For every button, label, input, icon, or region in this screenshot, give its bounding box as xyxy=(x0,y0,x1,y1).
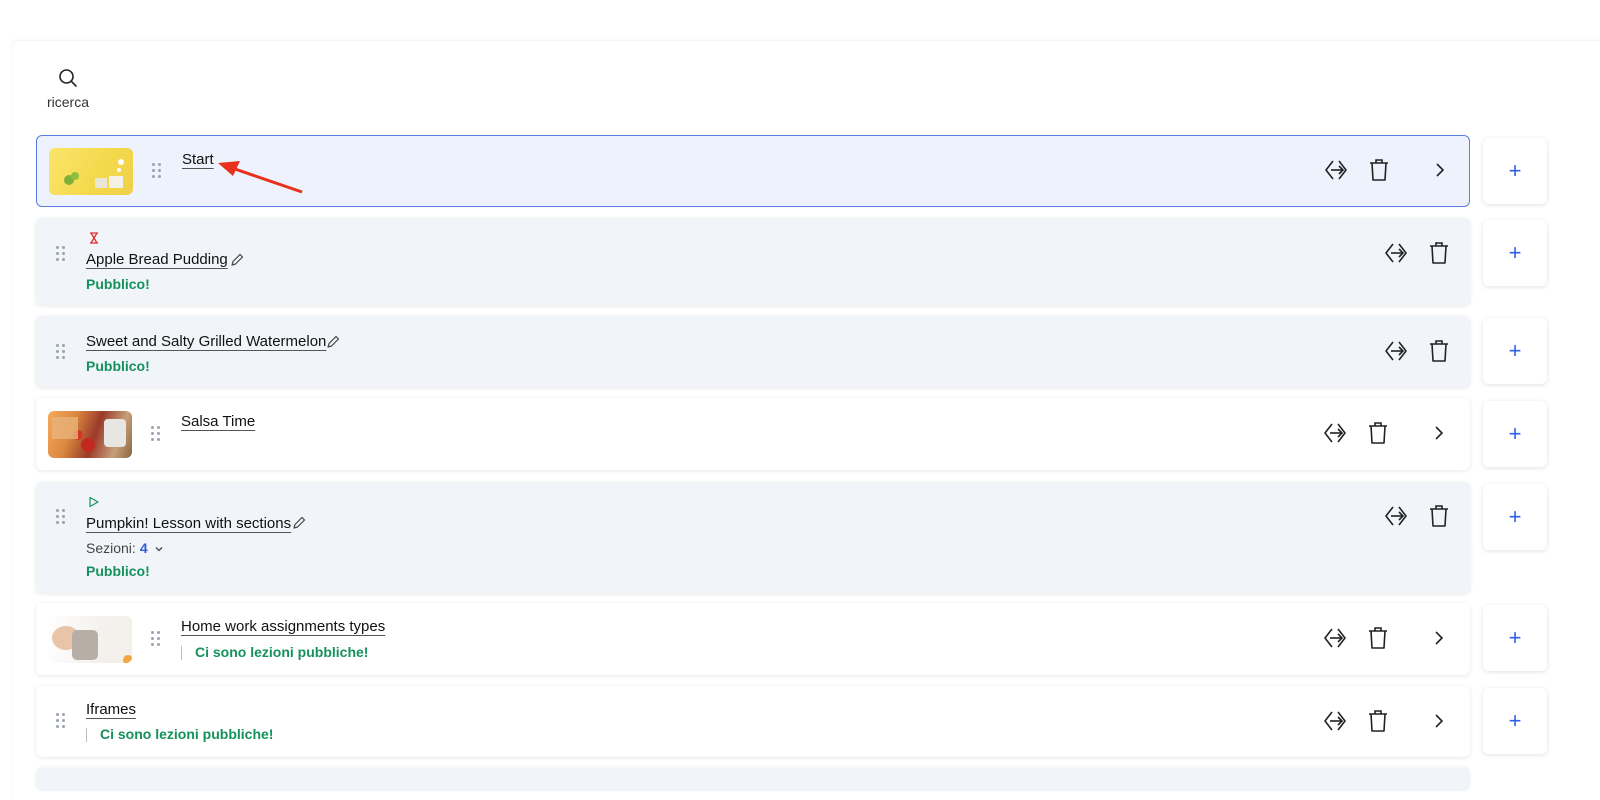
item-title[interactable]: Sweet and Salty Grilled Watermelon xyxy=(86,333,326,350)
thumbnail-image xyxy=(48,411,132,458)
list-item[interactable]: Salsa Time xyxy=(36,398,1470,470)
plus-icon: + xyxy=(1508,421,1522,446)
add-item-button[interactable]: + xyxy=(1483,401,1547,467)
add-item-button[interactable]: + xyxy=(1483,220,1547,286)
plus-icon: + xyxy=(1508,158,1522,183)
item-title[interactable]: Pumpkin! Lesson with sections xyxy=(86,515,291,532)
sections-toggle[interactable]: Sezioni: 4 xyxy=(86,540,164,556)
plus-icon: + xyxy=(1508,504,1522,529)
add-item-button[interactable]: + xyxy=(1483,688,1547,754)
add-item-button[interactable]: + xyxy=(1483,484,1547,550)
status-label: Ci sono lezioni pubbliche! xyxy=(86,726,273,742)
list-item[interactable]: Sweet and Salty Grilled Watermelon Pubbl… xyxy=(36,316,1470,387)
move-icon[interactable] xyxy=(1323,157,1349,183)
status-label: Pubblico! xyxy=(86,276,150,292)
move-icon[interactable] xyxy=(1322,708,1348,734)
plus-icon: + xyxy=(1508,708,1522,733)
trash-icon[interactable] xyxy=(1426,240,1452,266)
move-icon[interactable] xyxy=(1383,338,1409,364)
pencil-icon[interactable] xyxy=(325,334,341,350)
trash-icon[interactable] xyxy=(1365,708,1391,734)
hourglass-icon xyxy=(90,232,98,244)
drag-handle-icon[interactable] xyxy=(56,713,66,729)
trash-icon[interactable] xyxy=(1426,503,1452,529)
item-title[interactable]: Apple Bread Pudding xyxy=(86,251,228,268)
sections-label: Sezioni: xyxy=(86,540,136,556)
play-icon xyxy=(89,496,99,508)
list-item[interactable]: Home work assignments types Ci sono lezi… xyxy=(36,603,1470,675)
thumbnail-image xyxy=(49,148,133,195)
list-item[interactable]: Apple Bread Pudding Pubblico! xyxy=(36,218,1470,305)
pencil-icon[interactable] xyxy=(291,515,307,531)
drag-handle-icon[interactable] xyxy=(152,163,162,179)
item-title[interactable]: Salsa Time xyxy=(181,413,255,430)
search-button[interactable]: ricerca xyxy=(45,68,91,110)
plus-icon: + xyxy=(1508,240,1522,265)
drag-handle-icon[interactable] xyxy=(151,426,161,442)
chevron-right-icon[interactable] xyxy=(1427,157,1453,183)
trash-icon[interactable] xyxy=(1365,420,1391,446)
chevron-right-icon[interactable] xyxy=(1426,420,1452,446)
status-label: Pubblico! xyxy=(86,563,150,579)
item-title[interactable]: Iframes xyxy=(86,701,136,718)
trash-icon[interactable] xyxy=(1365,625,1391,651)
move-icon[interactable] xyxy=(1383,503,1409,529)
chevron-right-icon[interactable] xyxy=(1426,708,1452,734)
thumbnail-image xyxy=(48,616,132,663)
drag-handle-icon[interactable] xyxy=(56,246,66,262)
item-title[interactable]: Start xyxy=(182,151,214,168)
plus-icon: + xyxy=(1508,338,1522,363)
move-icon[interactable] xyxy=(1322,420,1348,446)
plus-icon: + xyxy=(1508,625,1522,650)
drag-handle-icon[interactable] xyxy=(56,344,66,360)
search-icon xyxy=(59,69,77,87)
drag-handle-icon[interactable] xyxy=(151,631,161,647)
add-item-button[interactable]: + xyxy=(1483,605,1547,671)
search-label: ricerca xyxy=(46,94,89,110)
status-label: Ci sono lezioni pubbliche! xyxy=(181,644,368,660)
move-icon[interactable] xyxy=(1322,625,1348,651)
list-item[interactable] xyxy=(36,768,1470,791)
list-item[interactable]: Iframes Ci sono lezioni pubbliche! xyxy=(36,686,1470,757)
item-title[interactable]: Home work assignments types xyxy=(181,618,385,635)
pencil-icon[interactable] xyxy=(229,252,245,268)
add-item-button[interactable]: + xyxy=(1483,138,1547,204)
add-item-button[interactable]: + xyxy=(1483,318,1547,384)
drag-handle-icon[interactable] xyxy=(56,509,66,525)
chevron-down-icon xyxy=(155,547,163,552)
list-item[interactable]: Start xyxy=(36,135,1470,207)
sections-count: 4 xyxy=(139,540,148,556)
trash-icon[interactable] xyxy=(1366,157,1392,183)
move-icon[interactable] xyxy=(1383,240,1409,266)
chevron-right-icon[interactable] xyxy=(1426,625,1452,651)
trash-icon[interactable] xyxy=(1426,338,1452,364)
list-item[interactable]: Pumpkin! Lesson with sections Sezioni: 4 … xyxy=(36,482,1470,593)
status-label: Pubblico! xyxy=(86,358,150,374)
